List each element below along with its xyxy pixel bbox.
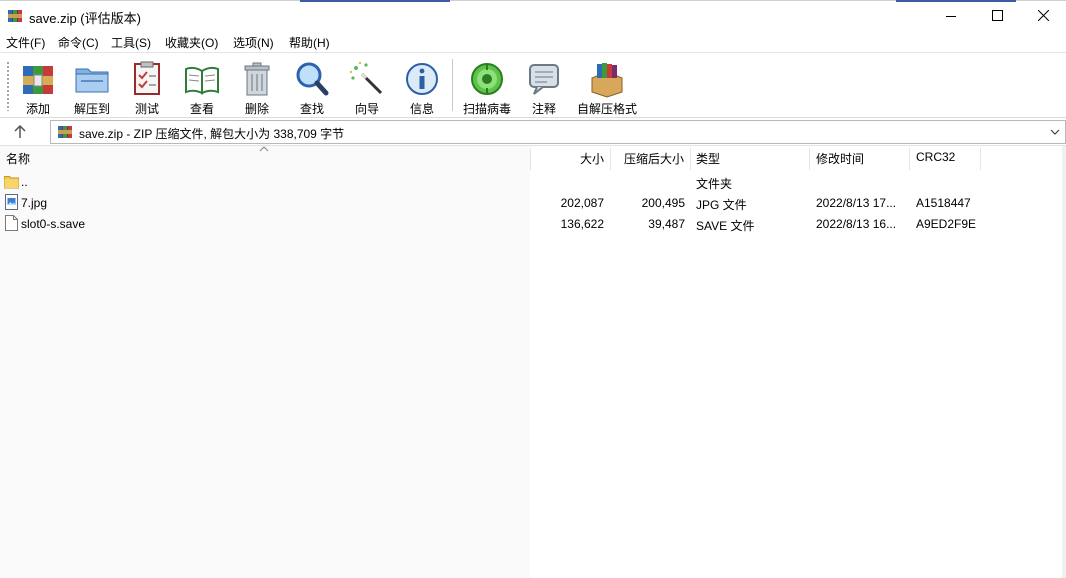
table-row[interactable]: .. 文件夹 (0, 171, 1066, 192)
menu-favorites[interactable]: 收藏夹(O) (165, 34, 218, 51)
virus-scan-icon (471, 63, 503, 95)
title-accent-line (300, 0, 450, 2)
file-modified: 2022/8/13 17... (816, 196, 897, 210)
file-packed-size: 200,495 (641, 196, 685, 210)
blank-file-icon (5, 215, 18, 231)
folder-icon (4, 176, 19, 189)
column-header-packed[interactable]: 压缩后大小 (624, 150, 684, 167)
extract-to-label: 解压到 (73, 102, 110, 116)
column-divider[interactable] (809, 148, 810, 170)
file-crc: A9ED2F9E (916, 217, 977, 231)
column-divider[interactable] (610, 148, 611, 170)
menu-file[interactable]: 文件(F) (6, 34, 45, 51)
column-header-type[interactable]: 类型 (696, 150, 720, 167)
virus-scan-button[interactable]: 扫描病毒 (458, 57, 516, 116)
sfx-box-icon (591, 63, 623, 98)
info-icon (406, 63, 438, 95)
trash-can-icon (244, 62, 270, 96)
toolbar-separator (452, 59, 453, 111)
file-type: SAVE 文件 (696, 219, 755, 233)
column-header-modified[interactable]: 修改时间 (816, 150, 864, 167)
magnifier-icon (296, 62, 329, 96)
file-name: 7.jpg (21, 196, 48, 210)
winrar-app-icon[interactable] (7, 8, 23, 24)
find-label: 查找 (299, 102, 324, 116)
address-row: save.zip - ZIP 压缩文件, 解包大小为 338,709 字节 (0, 118, 1066, 146)
up-arrow-icon[interactable] (10, 123, 30, 141)
close-icon (1037, 10, 1049, 21)
archive-books-icon (23, 66, 53, 94)
file-size: 136,622 (560, 217, 604, 231)
maximize-icon (991, 10, 1003, 21)
extract-to-button[interactable]: 解压到 (63, 57, 121, 116)
menu-tools[interactable]: 工具(S) (111, 34, 151, 51)
add-label: 添加 (25, 102, 50, 116)
menu-help[interactable]: 帮助(H) (289, 34, 330, 51)
chevron-down-icon[interactable] (1049, 126, 1061, 138)
column-divider[interactable] (909, 148, 910, 170)
file-type: JPG 文件 (696, 198, 747, 212)
info-button[interactable]: 信息 (393, 57, 451, 116)
file-crc: A1518447 (916, 196, 971, 210)
file-name: slot0-s.save (21, 217, 86, 231)
wizard-button[interactable]: 向导 (338, 57, 396, 116)
open-book-icon (185, 66, 219, 95)
test-label: 测试 (134, 102, 159, 116)
vertical-scrollbar[interactable] (1062, 146, 1066, 578)
file-size: 202,087 (560, 196, 604, 210)
sort-ascending-icon (259, 146, 269, 152)
wizard-label: 向导 (354, 102, 379, 116)
virus-scan-label: 扫描病毒 (462, 102, 511, 116)
file-type: 文件夹 (696, 177, 733, 191)
table-row[interactable]: slot0-s.save 136,622 39,487 SAVE 文件 2022… (0, 213, 1066, 234)
column-divider[interactable] (980, 148, 981, 170)
info-label: 信息 (409, 102, 434, 116)
table-row[interactable]: 7.jpg 202,087 200,495 JPG 文件 2022/8/13 1… (0, 192, 1066, 213)
find-button[interactable]: 查找 (283, 57, 341, 116)
zip-archive-icon (58, 126, 72, 138)
delete-label: 删除 (244, 102, 269, 116)
menu-commands[interactable]: 命令(C) (58, 34, 99, 51)
view-button[interactable]: 查看 (173, 57, 231, 116)
address-text: save.zip - ZIP 压缩文件, 解包大小为 338,709 字节 (79, 127, 345, 141)
column-header-crc[interactable]: CRC32 (916, 150, 955, 164)
title-bar: save.zip (评估版本) (0, 0, 1066, 31)
menu-bar: 文件(F) 命令(C) 工具(S) 收藏夹(O) 选项(N) 帮助(H) (0, 31, 1066, 52)
toolbar: 添加 解压到 测试 查看 删除 查找 向导 信息 扫描病毒 注释 自解压格式 (0, 52, 1066, 118)
column-header-size[interactable]: 大小 (580, 150, 604, 167)
file-packed-size: 39,487 (648, 217, 685, 231)
add-button[interactable]: 添加 (9, 57, 67, 116)
minimize-icon (946, 15, 956, 17)
magic-wand-icon (349, 61, 383, 95)
folder-extract-icon (75, 68, 109, 93)
column-header-name[interactable]: 名称 (6, 150, 30, 167)
window-title: save.zip (评估版本) (29, 11, 141, 26)
file-list: 名称 大小 压缩后大小 类型 修改时间 CRC32 .. 文件夹 7.jpg 2… (0, 146, 1066, 578)
comment-label: 注释 (531, 102, 556, 116)
image-file-icon (5, 194, 18, 210)
checklist-icon (134, 61, 160, 95)
close-button[interactable] (1020, 0, 1066, 31)
minimize-button[interactable] (928, 0, 974, 31)
test-button[interactable]: 测试 (118, 57, 176, 116)
file-modified: 2022/8/13 16... (816, 217, 897, 231)
maximize-button[interactable] (974, 0, 1020, 31)
sfx-label: 自解压格式 (576, 102, 637, 116)
comment-button[interactable]: 注释 (515, 57, 573, 116)
file-name: .. (21, 175, 28, 189)
address-bar[interactable]: save.zip - ZIP 压缩文件, 解包大小为 338,709 字节 (50, 120, 1066, 144)
column-divider[interactable] (690, 148, 691, 170)
comment-bubble-icon (529, 64, 559, 95)
column-divider[interactable] (530, 148, 531, 170)
delete-button[interactable]: 删除 (228, 57, 286, 116)
view-label: 查看 (189, 102, 214, 116)
sfx-button[interactable]: 自解压格式 (572, 57, 642, 116)
menu-options[interactable]: 选项(N) (233, 34, 274, 51)
